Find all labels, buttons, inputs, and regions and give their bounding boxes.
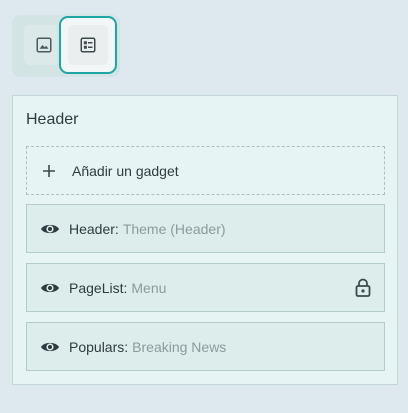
- gadget-populars[interactable]: Populars: Breaking News: [26, 322, 385, 371]
- view-toggle-group: [12, 15, 120, 77]
- lock-icon: [355, 278, 371, 297]
- gadget-subtitle: Menu: [131, 279, 167, 296]
- eye-icon: [41, 224, 59, 233]
- gadget-name: PageList:: [69, 279, 128, 296]
- layout-view-button-inner: [68, 25, 108, 65]
- gadget-name: Header:: [69, 220, 119, 237]
- gadget-subtitle: Theme (Header): [122, 220, 226, 237]
- visibility-toggle[interactable]: [39, 336, 61, 358]
- gadget-subtitle: Breaking News: [132, 338, 227, 355]
- add-gadget-label: Añadir un gadget: [72, 162, 179, 179]
- image-icon: [36, 37, 52, 53]
- layout-icon: [80, 37, 96, 53]
- gadget-pagelist[interactable]: PageList: Menu: [26, 263, 385, 312]
- plus-icon: [43, 164, 55, 177]
- section-title: Header: [26, 111, 79, 128]
- eye-icon: [41, 283, 59, 292]
- layout-view-button[interactable]: [59, 16, 117, 74]
- gadget-name: Populars:: [69, 338, 129, 355]
- header-section: Header Añadir un gadget Header: Theme (H…: [12, 95, 398, 385]
- image-view-button[interactable]: [24, 25, 64, 65]
- add-gadget-button[interactable]: Añadir un gadget: [26, 146, 385, 195]
- gadget-header[interactable]: Header: Theme (Header): [26, 204, 385, 253]
- eye-icon: [41, 342, 59, 351]
- visibility-toggle[interactable]: [39, 218, 61, 240]
- visibility-toggle[interactable]: [39, 277, 61, 299]
